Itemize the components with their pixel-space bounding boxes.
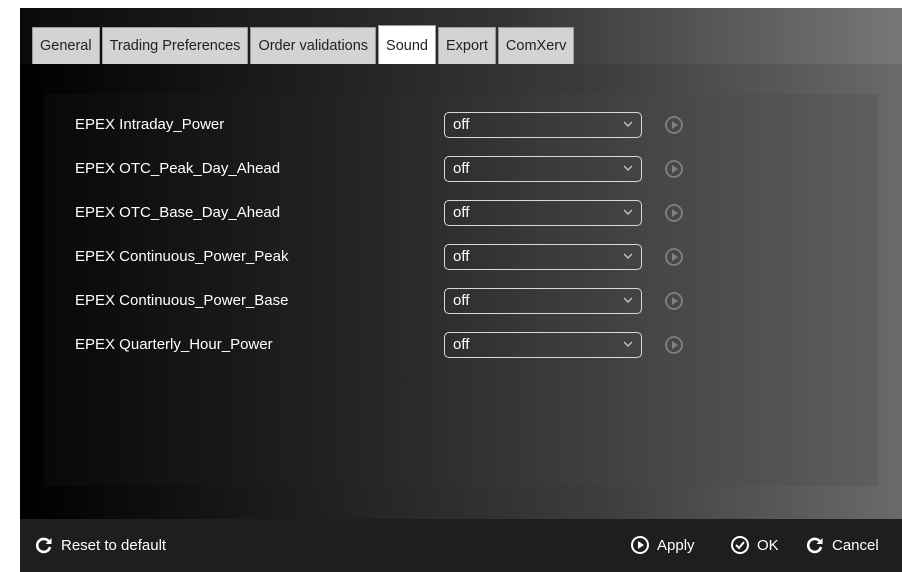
play-circle-icon[interactable] xyxy=(664,159,684,179)
sound-settings-panel: EPEX Intraday_Power off EPEX OTC_Peak_Da… xyxy=(20,64,902,519)
sound-row-label: EPEX Continuous_Power_Peak xyxy=(75,248,289,265)
tab-list: General Trading Preferences Order valida… xyxy=(32,25,576,64)
chevron-down-icon xyxy=(623,253,633,260)
refresh-icon xyxy=(35,537,52,554)
sound-row: EPEX OTC_Base_Day_Ahead off xyxy=(44,200,878,228)
dialog-footer: Reset to default Apply OK Cancel xyxy=(20,519,902,572)
sound-row: EPEX Continuous_Power_Peak off xyxy=(44,244,878,272)
sound-select[interactable]: off xyxy=(444,244,642,270)
ok-label: OK xyxy=(757,536,779,554)
cancel-label: Cancel xyxy=(832,536,879,554)
sound-row: EPEX Quarterly_Hour_Power off xyxy=(44,332,878,360)
chevron-down-icon xyxy=(623,165,633,172)
sound-row: EPEX OTC_Peak_Day_Ahead off xyxy=(44,156,878,184)
sound-select-value: off xyxy=(453,204,470,221)
apply-label: Apply xyxy=(657,536,695,554)
sound-select[interactable]: off xyxy=(444,288,642,314)
settings-dialog: General Trading Preferences Order valida… xyxy=(20,8,902,572)
tab-trading-preferences[interactable]: Trading Preferences xyxy=(101,27,249,64)
sound-row: EPEX Intraday_Power off xyxy=(44,112,878,140)
play-circle-icon[interactable] xyxy=(664,203,684,223)
sound-row-label: EPEX OTC_Base_Day_Ahead xyxy=(75,204,281,221)
tab-order-validations[interactable]: Order validations xyxy=(250,27,377,64)
sound-select[interactable]: off xyxy=(444,332,642,358)
play-circle-icon[interactable] xyxy=(664,291,684,311)
reset-to-default-button[interactable]: Reset to default xyxy=(34,533,166,557)
sound-list: EPEX Intraday_Power off EPEX OTC_Peak_Da… xyxy=(44,94,878,486)
sound-select-value: off xyxy=(453,336,470,353)
sound-row-label: EPEX OTC_Peak_Day_Ahead xyxy=(75,160,281,177)
tab-strip: General Trading Preferences Order valida… xyxy=(20,8,902,64)
sound-select[interactable]: off xyxy=(444,200,642,226)
reset-label: Reset to default xyxy=(61,536,167,554)
sound-row-label: EPEX Intraday_Power xyxy=(75,116,225,133)
chevron-down-icon xyxy=(623,341,633,348)
sound-select-value: off xyxy=(453,160,470,177)
play-circle-icon[interactable] xyxy=(664,247,684,267)
play-circle-icon[interactable] xyxy=(664,335,684,355)
chevron-down-icon xyxy=(623,297,633,304)
apply-button[interactable]: Apply xyxy=(630,533,695,557)
sound-select-value: off xyxy=(453,116,470,133)
tab-export[interactable]: Export xyxy=(437,27,496,64)
sound-row-label: EPEX Continuous_Power_Base xyxy=(75,292,289,309)
refresh-icon xyxy=(806,537,823,554)
sound-row: EPEX Continuous_Power_Base off xyxy=(44,288,878,316)
tab-general[interactable]: General xyxy=(32,27,100,64)
sound-select[interactable]: off xyxy=(444,112,642,138)
sound-select-value: off xyxy=(453,292,470,309)
ok-button[interactable]: OK xyxy=(730,533,779,557)
play-circle-icon xyxy=(631,536,649,554)
sound-row-label: EPEX Quarterly_Hour_Power xyxy=(75,336,273,353)
cancel-button[interactable]: Cancel xyxy=(805,533,879,557)
chevron-down-icon xyxy=(623,209,633,216)
chevron-down-icon xyxy=(623,121,633,128)
play-circle-icon[interactable] xyxy=(664,115,684,135)
check-circle-icon xyxy=(731,536,749,554)
sound-select-value: off xyxy=(453,248,470,265)
sound-select[interactable]: off xyxy=(444,156,642,182)
tab-sound[interactable]: Sound xyxy=(378,25,436,64)
tab-comxerv[interactable]: ComXerv xyxy=(497,27,575,64)
